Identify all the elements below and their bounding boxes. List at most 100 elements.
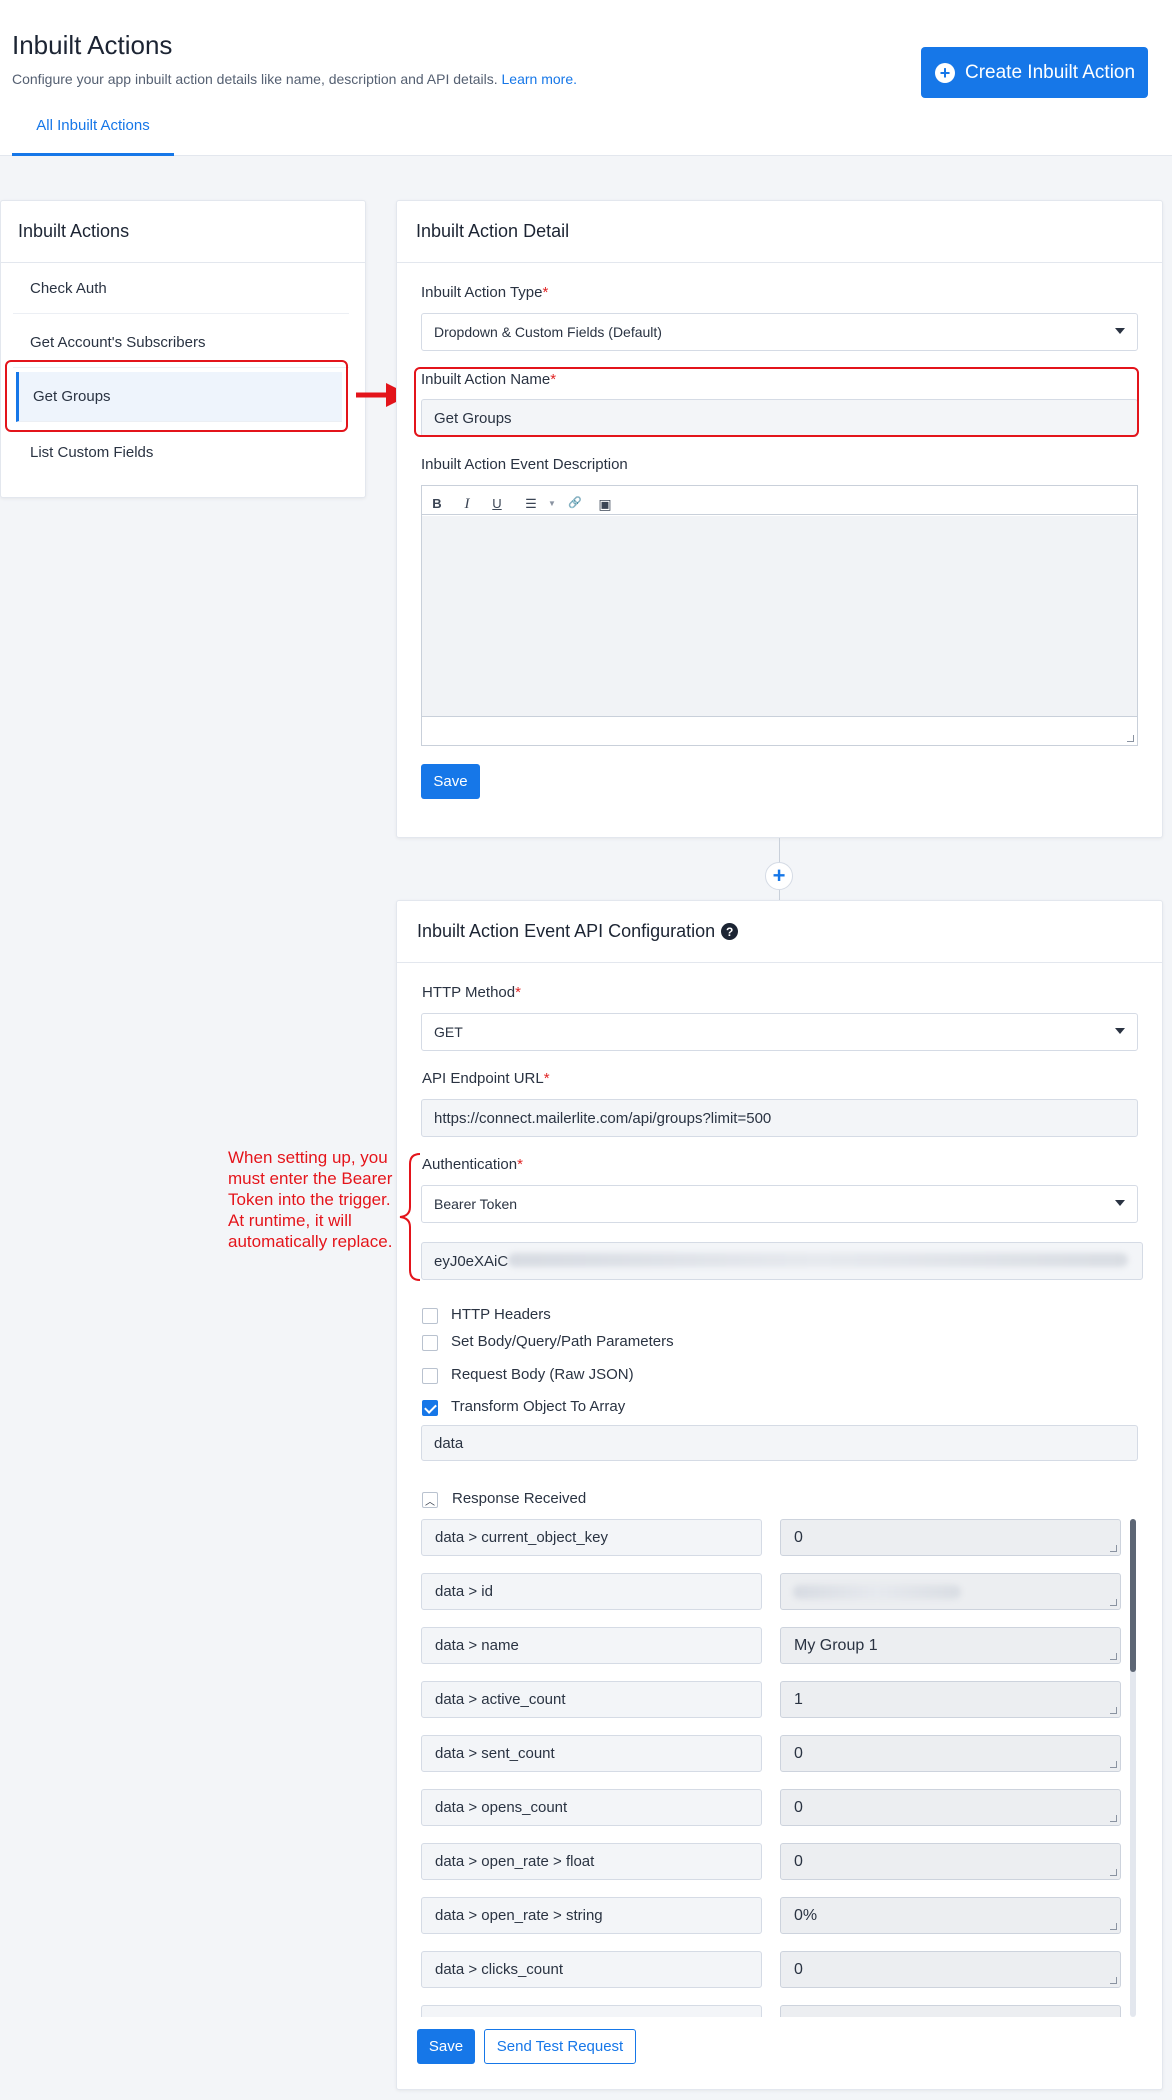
response-key-partial — [421, 2005, 762, 2017]
image-icon[interactable]: ▣ — [596, 496, 614, 513]
editor-body[interactable] — [422, 516, 1137, 716]
resize-handle-icon[interactable] — [1110, 1653, 1117, 1660]
resize-handle-icon[interactable] — [1110, 1761, 1117, 1768]
create-button-label: Create Inbuilt Action — [965, 61, 1136, 83]
response-value[interactable]: My Group 1 — [780, 1627, 1121, 1664]
api-save-button[interactable]: Save — [417, 2029, 475, 2064]
italic-icon[interactable]: I — [458, 496, 476, 513]
authentication-label: Authentication* — [422, 1156, 523, 1173]
chevron-down-icon — [1115, 1028, 1125, 1034]
sidebar-title: Inbuilt Actions — [1, 201, 365, 263]
response-scrollbar-thumb[interactable] — [1130, 1519, 1136, 1672]
resize-handle-icon[interactable] — [1110, 1599, 1117, 1606]
transform-array-checkbox[interactable] — [422, 1400, 438, 1416]
response-value[interactable] — [780, 1573, 1121, 1610]
response-key: data > open_rate > string — [421, 1897, 762, 1934]
response-value[interactable]: 0 — [780, 1519, 1121, 1556]
description-text: Configure your app inbuilt action detail… — [12, 71, 498, 87]
response-value-text: 0 — [794, 1798, 803, 1816]
response-value-text: 0 — [794, 1744, 803, 1762]
response-value-text: 0% — [794, 1906, 818, 1924]
endpoint-url-label-text: API Endpoint URL — [422, 1070, 544, 1087]
redacted-id — [793, 1585, 961, 1599]
http-method-select[interactable]: GET — [421, 1013, 1138, 1051]
annotation-note: When setting up, you must enter the Bear… — [228, 1148, 393, 1251]
sidebar-item-list-custom-fields[interactable]: List Custom Fields — [13, 427, 349, 477]
connector-line-lower — [779, 890, 780, 900]
chevron-down-icon — [1115, 1200, 1125, 1206]
help-icon[interactable]: ? — [721, 923, 739, 940]
response-value-partial — [780, 2005, 1121, 2017]
response-key: data > sent_count — [421, 1735, 762, 1772]
detail-title: Inbuilt Action Detail — [397, 201, 1162, 263]
list-icon[interactable]: ☰ — [522, 496, 540, 512]
response-value[interactable]: 0% — [780, 1897, 1121, 1934]
send-test-request-button[interactable]: Send Test Request — [484, 2029, 636, 2064]
response-key: data > id — [421, 1573, 762, 1610]
description-editor[interactable] — [421, 485, 1138, 746]
resize-handle-icon[interactable] — [1127, 735, 1134, 742]
raw-json-checkbox[interactable] — [422, 1368, 438, 1384]
editor-divider — [422, 716, 1137, 717]
api-config-header: Inbuilt Action Event API Configuration ? — [397, 901, 1162, 963]
response-key: data > opens_count — [421, 1789, 762, 1826]
sidebar-card: Inbuilt Actions Check Auth Get Account's… — [0, 200, 366, 498]
chevron-up-icon[interactable]: ︿ — [422, 1492, 438, 1508]
authentication-select[interactable]: Bearer Token — [421, 1185, 1138, 1223]
response-key: data > name — [421, 1627, 762, 1664]
response-value[interactable]: 1 — [780, 1681, 1121, 1718]
set-params-label: Set Body/Query/Path Parameters — [451, 1333, 674, 1350]
action-type-value: Dropdown & Custom Fields (Default) — [434, 324, 662, 340]
http-headers-label: HTTP Headers — [451, 1306, 551, 1323]
set-params-checkbox[interactable] — [422, 1335, 438, 1351]
response-key: data > open_rate > float — [421, 1843, 762, 1880]
resize-handle-icon[interactable] — [1110, 1923, 1117, 1930]
sidebar-item-check-auth[interactable]: Check Auth — [13, 264, 349, 314]
bearer-token-value: eyJ0eXAiC — [434, 1252, 509, 1270]
authentication-value: Bearer Token — [434, 1196, 518, 1212]
response-key: data > current_object_key — [421, 1519, 762, 1556]
link-icon[interactable]: 🔗 — [566, 496, 584, 509]
response-key: data > clicks_count — [421, 1951, 762, 1988]
raw-json-label: Request Body (Raw JSON) — [451, 1366, 634, 1383]
plus-circle-icon: + — [935, 62, 955, 83]
response-value[interactable]: 0 — [780, 1735, 1121, 1772]
response-value[interactable]: 0 — [780, 1789, 1121, 1826]
resize-handle-icon[interactable] — [1110, 1545, 1117, 1552]
endpoint-url-label: API Endpoint URL* — [422, 1070, 550, 1087]
transform-array-label: Transform Object To Array — [451, 1398, 626, 1415]
response-value-text: 0 — [794, 1852, 803, 1870]
chevron-down-icon — [1115, 328, 1125, 334]
endpoint-url-input[interactable]: https://connect.mailerlite.com/api/group… — [421, 1099, 1138, 1137]
response-value[interactable]: 0 — [780, 1843, 1121, 1880]
create-inbuilt-action-button[interactable]: + Create Inbuilt Action — [921, 47, 1148, 98]
response-received-label: Response Received — [452, 1490, 587, 1507]
page-title: Inbuilt Actions — [12, 30, 173, 60]
page-description: Configure your app inbuilt action detail… — [12, 71, 577, 87]
description-label: Inbuilt Action Event Description — [421, 456, 628, 473]
response-value-text: My Group 1 — [794, 1636, 878, 1654]
bold-icon[interactable]: B — [428, 496, 446, 511]
http-headers-checkbox[interactable] — [422, 1308, 438, 1324]
learn-more-link[interactable]: Learn more. — [502, 71, 577, 87]
http-method-label-text: HTTP Method — [422, 984, 516, 1001]
authentication-label-text: Authentication — [422, 1156, 518, 1173]
response-value-text: 0 — [794, 1960, 803, 1978]
transform-key-input[interactable]: data — [421, 1425, 1138, 1461]
resize-handle-icon[interactable] — [1110, 1977, 1117, 1984]
underline-icon[interactable]: U — [488, 496, 506, 511]
tab-all-inbuilt-actions[interactable]: All Inbuilt Actions — [12, 104, 174, 156]
response-value[interactable]: 0 — [780, 1951, 1121, 1988]
detail-save-button[interactable]: Save — [421, 764, 480, 799]
resize-handle-icon[interactable] — [1110, 1815, 1117, 1822]
action-type-select[interactable]: Dropdown & Custom Fields (Default) — [421, 313, 1138, 351]
action-type-label: Inbuilt Action Type* — [421, 284, 549, 301]
list-dropdown-icon[interactable]: ▼ — [543, 499, 561, 508]
response-key: data > active_count — [421, 1681, 762, 1718]
action-type-label-text: Inbuilt Action Type — [421, 284, 543, 301]
resize-handle-icon[interactable] — [1110, 1707, 1117, 1714]
resize-handle-icon[interactable] — [1110, 1869, 1117, 1876]
api-config-title: Inbuilt Action Event API Configuration — [417, 921, 716, 941]
add-step-icon[interactable]: + — [765, 862, 793, 890]
http-method-value: GET — [434, 1024, 463, 1040]
